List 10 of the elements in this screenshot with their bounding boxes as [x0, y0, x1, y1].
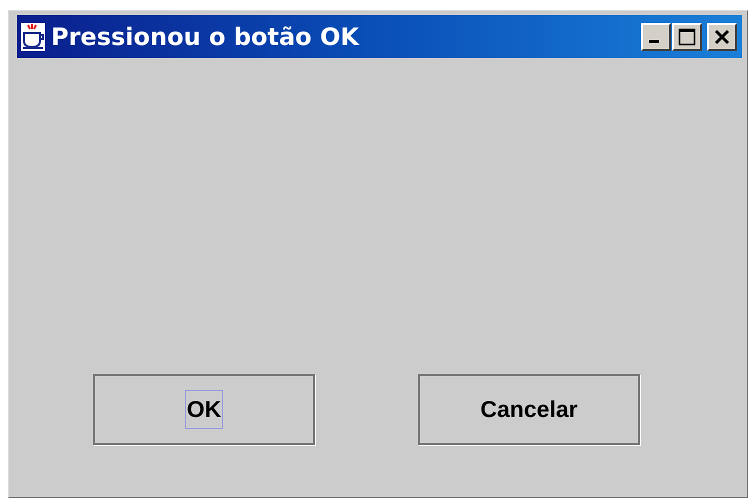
- minimize-icon: [649, 40, 659, 42]
- window-title: Pressionou o botão OK: [51, 22, 360, 50]
- minimize-button[interactable]: [641, 22, 671, 50]
- dialog-button[interactable]: OK: [93, 374, 315, 445]
- close-button[interactable]: [707, 22, 737, 50]
- coffee-cup-icon: [21, 22, 45, 50]
- close-icon: [714, 28, 730, 44]
- dialog-button[interactable]: Cancelar: [418, 374, 640, 445]
- maximize-icon: [678, 28, 696, 46]
- maximize-button[interactable]: [672, 22, 702, 50]
